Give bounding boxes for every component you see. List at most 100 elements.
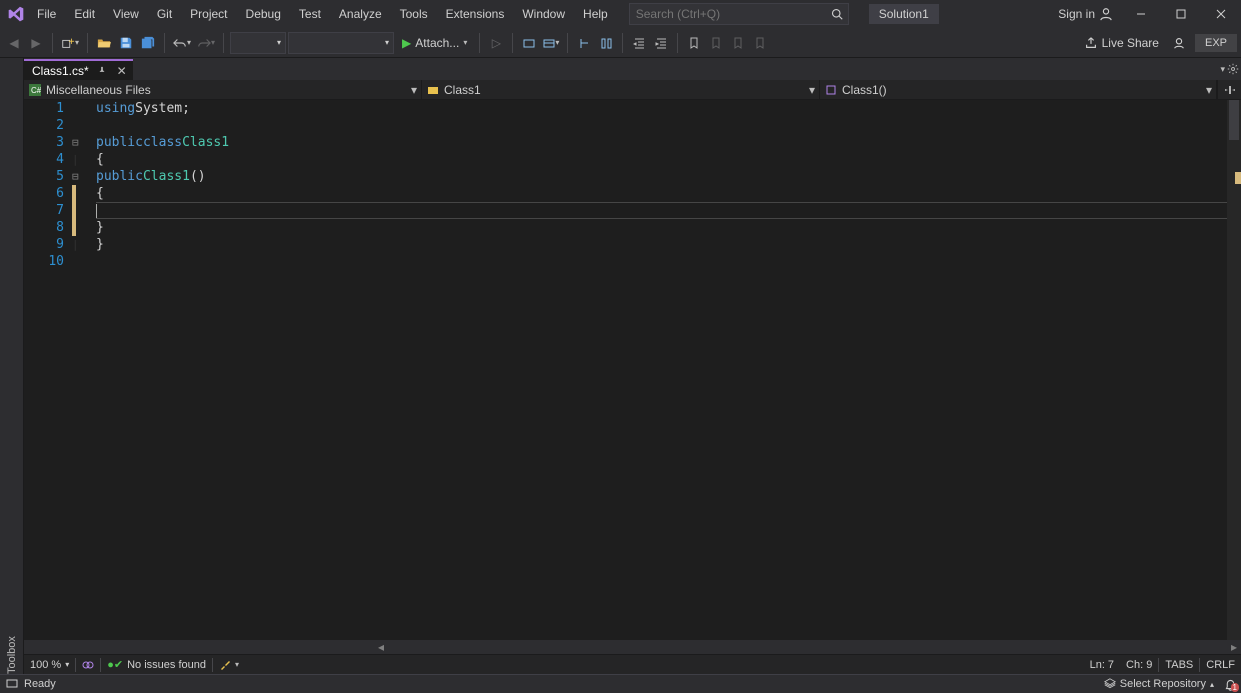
open-button[interactable] [94,32,114,54]
nav-fwd-button[interactable]: ▶ [26,32,46,54]
save-all-button[interactable] [138,32,158,54]
solution-config-dropdown[interactable]: ▾ [230,32,286,54]
menu-extensions[interactable]: Extensions [437,0,514,28]
file-tab-title: Class1.cs* [32,64,89,78]
search-input[interactable] [630,7,826,21]
bm-clear[interactable] [750,32,770,54]
crumb-member[interactable]: Class1() ▾ [820,80,1217,99]
feedback-button[interactable] [1169,32,1189,54]
cursor-line[interactable]: Ln: 7 [1084,655,1120,674]
redo-button[interactable]: ▾ [195,32,217,54]
editor-status-bar: 100 %▾ ●✔ No issues found ▾ Ln: 7 Ch: 9 … [24,654,1241,674]
scroll-left-icon[interactable]: ◂ [374,640,388,654]
exp-badge[interactable]: EXP [1195,34,1237,52]
crumb-member-label: Class1() [842,83,887,97]
menu-window[interactable]: Window [513,0,574,28]
live-share-button[interactable]: Live Share [1080,36,1163,50]
tb-btn-c[interactable] [574,32,594,54]
menu-help[interactable]: Help [574,0,617,28]
scroll-right-icon[interactable]: ▸ [1227,640,1241,654]
code-area[interactable]: using System;public class Class1{ public… [96,100,1227,640]
nav-breadcrumb: C# Miscellaneous Files ▾ Class1 ▾ Class1… [24,80,1241,100]
new-item-button[interactable]: ▾ [59,32,81,54]
fold-toggle-icon[interactable]: ⊟ [72,136,79,149]
split-editor-icon[interactable] [1217,80,1241,99]
file-tab-class1[interactable]: Class1.cs* ✕ [24,59,133,80]
tb-btn-a[interactable] [519,32,539,54]
close-button[interactable] [1201,0,1241,28]
chevron-down-icon[interactable]: ▾ [407,83,421,97]
csharp-icon: C# [28,83,42,97]
solution-name[interactable]: Solution1 [869,4,939,24]
chevron-down-icon[interactable]: ▾ [805,83,819,97]
attach-label: Attach... [415,36,459,50]
tb-btn-d[interactable] [596,32,616,54]
class-icon [426,83,440,97]
bookmark-button[interactable] [684,32,704,54]
toolbox-label: Toolbox [6,64,18,674]
select-repository-button[interactable]: Select Repository ▴ [1100,678,1218,690]
sign-in-label: Sign in [1058,7,1095,21]
cursor-char[interactable]: Ch: 9 [1120,655,1158,674]
menu-project[interactable]: Project [181,0,236,28]
toolbar: ◀ ▶ ▾ ▾ ▾ ▾ ▾ ▶Attach...▾ ▷ ▾ Live Share… [0,28,1241,58]
undo-button[interactable]: ▾ [171,32,193,54]
save-button[interactable] [116,32,136,54]
menu-debug[interactable]: Debug [237,0,290,28]
repo-label: Select Repository [1120,678,1206,690]
line-gutter: 12345678910 [24,100,72,640]
health-indicator[interactable] [76,655,100,674]
crumb-project[interactable]: C# Miscellaneous Files ▾ [24,80,422,99]
bm-next[interactable] [728,32,748,54]
maximize-button[interactable] [1161,0,1201,28]
code-editor[interactable]: 12345678910 ⊟│⊟││││ using System;public … [24,100,1241,640]
vertical-scrollbar[interactable] [1227,100,1241,640]
bm-prev[interactable] [706,32,726,54]
indent-mode[interactable]: TABS [1159,655,1199,674]
outdent-button[interactable] [629,32,649,54]
document-tabs: Class1.cs* ✕ ▾ [24,58,1241,80]
brush-button[interactable]: ▾ [213,655,245,674]
menu-test[interactable]: Test [290,0,330,28]
scrollbar-thumb[interactable] [1229,100,1239,140]
crumb-class[interactable]: Class1 ▾ [422,80,820,99]
menu-analyze[interactable]: Analyze [330,0,391,28]
horizontal-scrollbar-row: ◂ ▸ [24,640,1241,654]
chevron-down-icon[interactable]: ▾ [1202,83,1216,97]
crumb-project-label: Miscellaneous Files [46,83,151,97]
tb-btn-b[interactable]: ▾ [541,32,561,54]
fold-margin[interactable]: ⊟│⊟││││ [72,100,96,640]
tab-settings-icon[interactable] [1227,63,1239,75]
debug-step-button[interactable]: ▷ [486,32,506,54]
live-share-label: Live Share [1102,36,1159,50]
menu-view[interactable]: View [104,0,148,28]
sign-in-button[interactable]: Sign in [1050,7,1121,21]
notifications-button[interactable]: 1 [1224,678,1237,691]
indent-button[interactable] [651,32,671,54]
crumb-class-label: Class1 [444,83,481,97]
menu-edit[interactable]: Edit [65,0,104,28]
nav-back-button[interactable]: ◀ [4,32,24,54]
search-icon[interactable] [826,8,848,20]
toolbox-rail[interactable]: Toolbox [0,58,24,674]
solution-platform-dropdown[interactable]: ▾ [288,32,394,54]
attach-debugger-button[interactable]: ▶Attach...▾ [396,32,473,54]
menu-tools[interactable]: Tools [391,0,437,28]
minimize-button[interactable] [1121,0,1161,28]
tab-overflow-icon[interactable]: ▾ [1220,64,1225,75]
notification-count: 1 [1231,683,1239,692]
menu-bar: FileEditViewGitProjectDebugTestAnalyzeTo… [0,0,1241,28]
menu-file[interactable]: File [28,0,65,28]
svg-text:C#: C# [31,86,41,95]
close-tab-icon[interactable]: ✕ [115,64,129,78]
zoom-level[interactable]: 100 %▾ [24,655,75,674]
pin-icon[interactable] [95,66,109,76]
menu-search[interactable] [629,3,849,25]
menu-git[interactable]: Git [148,0,181,28]
check-icon: ●✔ [107,658,123,671]
fold-toggle-icon[interactable]: ⊟ [72,170,79,183]
menu-items: FileEditViewGitProjectDebugTestAnalyzeTo… [28,0,617,28]
output-icon[interactable] [6,679,18,689]
issues-status[interactable]: ●✔ No issues found [101,655,212,674]
eol-mode[interactable]: CRLF [1200,655,1241,674]
